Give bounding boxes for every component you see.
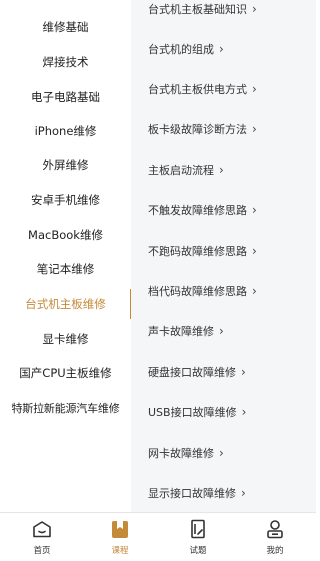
sidebar-item-label: 特斯拉新能源汽车维修 [11,402,120,415]
sidebar-item-label: iPhone维修 [34,124,97,138]
sidebar-item-label: MacBook维修 [28,228,103,242]
course-item-label: 硬盘接口故障维修 [148,366,236,379]
sidebar-item-android[interactable]: 安卓手机维修 [0,183,131,217]
course-item-label: 不跑码故障维修思路 [148,245,247,258]
course-item[interactable]: 台式机主板基础知识 › [148,0,312,24]
user-icon [264,518,286,540]
sidebar-item-label: 维修基础 [42,20,89,34]
sidebar-item-screen[interactable]: 外屏维修 [0,148,131,182]
chevron-right-icon: › [219,324,224,338]
sidebar-item-label: 显卡维修 [42,332,89,346]
home-icon [31,518,53,540]
sidebar-item-label: 国产CPU主板维修 [19,366,112,380]
chevron-right-icon: › [252,284,257,298]
tab-course[interactable]: 课程 [90,513,150,561]
chevron-right-icon: › [219,163,224,177]
sidebar-item-label: 笔记本维修 [36,262,95,276]
course-item-label: 不触发故障维修思路 [148,204,247,217]
sidebar-item-domestic-cpu[interactable]: 国产CPU主板维修 [0,356,131,390]
course-item-label: 板卡级故障诊断方法 [148,123,247,136]
sidebar-item-macbook[interactable]: MacBook维修 [0,218,131,252]
course-item[interactable]: USB接口故障维修 › [148,397,312,427]
chevron-right-icon: › [252,122,257,136]
tab-mine[interactable]: 我的 [245,513,305,561]
tab-label: 首页 [33,546,51,556]
course-item-label: 网卡故障维修 [148,447,214,460]
sidebar-item-label: 电子电路基础 [31,90,100,104]
course-item-label: 显示接口故障维修 [148,487,236,500]
course-bookmark-icon [109,518,131,540]
sidebar-item-iphone[interactable]: iPhone维修 [0,114,131,148]
course-item[interactable]: 不触发故障维修思路 › [148,195,312,225]
tab-exam[interactable]: 试题 [168,513,228,561]
course-item[interactable]: 台式机的组成 › [148,34,312,64]
sidebar-item-gpu[interactable]: 显卡维修 [0,322,131,356]
course-item-label: 主板启动流程 [148,164,214,177]
chevron-right-icon: › [219,446,224,460]
sidebar-item-soldering[interactable]: 焊接技术 [0,45,131,79]
chevron-right-icon: › [252,2,257,16]
chevron-right-icon: › [252,82,257,96]
course-item[interactable]: 主板启动流程 › [148,155,312,185]
course-list: 台式机主板基础知识 › 台式机的组成 › 台式机主板供电方式 › 板卡级故障诊断方法 ›… [131,0,316,512]
sidebar-item-label: 台式机主板维修 [25,297,106,311]
sidebar-item-repair-basics[interactable]: 维修基础 [0,10,131,44]
course-item[interactable]: 台式机主板供电方式 › [148,74,312,104]
chevron-right-icon: › [241,405,247,419]
chevron-right-icon: › [241,365,246,379]
course-item[interactable]: 硬盘接口故障维修 › [148,357,312,387]
sidebar-item-label: 外屏维修 [42,158,89,172]
course-item-label: USB接口故障维修 [148,406,237,419]
chevron-right-icon: › [241,486,246,500]
course-item-label: 声卡故障维修 [148,325,214,338]
tab-home[interactable]: 首页 [12,513,72,561]
course-item[interactable]: 板卡级故障诊断方法 › [148,114,312,144]
bottom-tab-bar: 首页 课程 试题 我的 [0,512,316,561]
tab-label: 课程 [111,546,129,556]
exam-paper-icon [187,518,209,540]
sidebar-item-label: 焊接技术 [42,55,89,69]
tab-label: 我的 [266,546,284,556]
sidebar-item-laptop[interactable]: 笔记本维修 [0,252,131,286]
sidebar-item-desktop-board[interactable]: 台式机主板维修 [0,287,131,321]
course-item-label: 台式机主板供电方式 [148,83,247,96]
course-item[interactable]: 网卡故障维修 › [148,438,312,468]
category-sidebar: 维修基础 焊接技术 电子电路基础 iPhone维修 外屏维修 安卓手机维修 Ma… [0,0,131,512]
chevron-right-icon: › [219,42,224,56]
sidebar-item-tesla-ev[interactable]: 特斯拉新能源汽车维修 [0,391,131,425]
course-item[interactable]: 声卡故障维修 › [148,316,312,346]
sidebar-item-label: 安卓手机维修 [31,193,100,207]
course-item-label: 台式机的组成 [148,43,214,56]
course-item-label: 台式机主板基础知识 [148,3,247,16]
chevron-right-icon: › [252,203,257,217]
tab-label: 试题 [189,546,207,556]
course-item[interactable]: 不跑码故障维修思路 › [148,236,312,266]
course-item[interactable]: 档代码故障维修思路 › [148,276,312,306]
course-item[interactable]: 显示接口故障维修 › [148,478,312,508]
course-item-label: 档代码故障维修思路 [148,285,247,298]
sidebar-item-circuit-basics[interactable]: 电子电路基础 [0,80,131,114]
chevron-right-icon: › [252,244,257,258]
